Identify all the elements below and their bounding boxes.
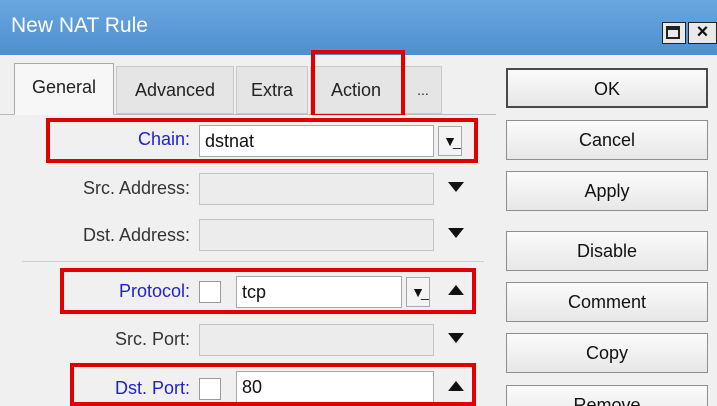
ok-button[interactable]: OK (506, 68, 708, 108)
src-port-field[interactable] (199, 324, 434, 356)
protocol-invert-checkbox[interactable] (199, 281, 221, 303)
dst-address-label: Dst. Address: (82, 225, 190, 245)
cancel-button[interactable]: Cancel (506, 120, 708, 160)
tab-general[interactable]: General (14, 63, 114, 115)
window-title: New NAT Rule (11, 14, 148, 37)
section-divider (22, 261, 484, 262)
src-port-label: Src. Port: (114, 329, 190, 349)
dst-port-field[interactable]: 80 (236, 371, 434, 403)
protocol-dropdown-icon[interactable]: ▼̲ (406, 277, 430, 307)
src-port-expand-icon[interactable] (446, 331, 468, 349)
copy-button[interactable]: Copy (506, 333, 708, 373)
tab-advanced[interactable]: Advanced (116, 66, 234, 114)
protocol-label: Protocol: (118, 281, 190, 301)
nat-rule-window: New NAT Rule × General Advanced Extra Ac… (0, 0, 717, 406)
comment-button[interactable]: Comment (506, 282, 708, 322)
remove-button[interactable]: Remove (506, 385, 708, 406)
src-address-expand-icon[interactable] (446, 180, 468, 198)
protocol-field[interactable]: tcp (236, 276, 402, 308)
close-icon[interactable]: × (688, 21, 717, 44)
src-address-field[interactable] (199, 173, 434, 205)
dst-address-expand-icon[interactable] (446, 226, 468, 244)
chain-dropdown-icon[interactable]: ▼̲ (438, 126, 462, 156)
chain-label: Chain: (137, 129, 190, 149)
dst-port-label: Dst. Port: (114, 378, 190, 398)
dst-address-field[interactable] (199, 219, 434, 251)
apply-button[interactable]: Apply (506, 171, 708, 211)
dst-port-invert-checkbox[interactable] (199, 378, 221, 400)
src-address-label: Src. Address: (82, 178, 190, 198)
title-bar[interactable]: New NAT Rule × (0, 0, 717, 55)
tab-more[interactable]: ... (404, 66, 442, 114)
tab-extra[interactable]: Extra (236, 66, 308, 114)
dst-port-collapse-icon[interactable] (446, 379, 468, 397)
maximize-icon[interactable] (662, 22, 686, 44)
tab-bar: General Advanced Extra Action ... (0, 55, 500, 115)
general-form: Chain: dstnat ▼̲ Src. Address: Dst. Addr… (0, 115, 496, 406)
chain-field[interactable]: dstnat (199, 125, 434, 157)
disable-button[interactable]: Disable (506, 231, 708, 271)
tab-action[interactable]: Action (310, 66, 402, 114)
protocol-collapse-icon[interactable] (446, 283, 468, 301)
